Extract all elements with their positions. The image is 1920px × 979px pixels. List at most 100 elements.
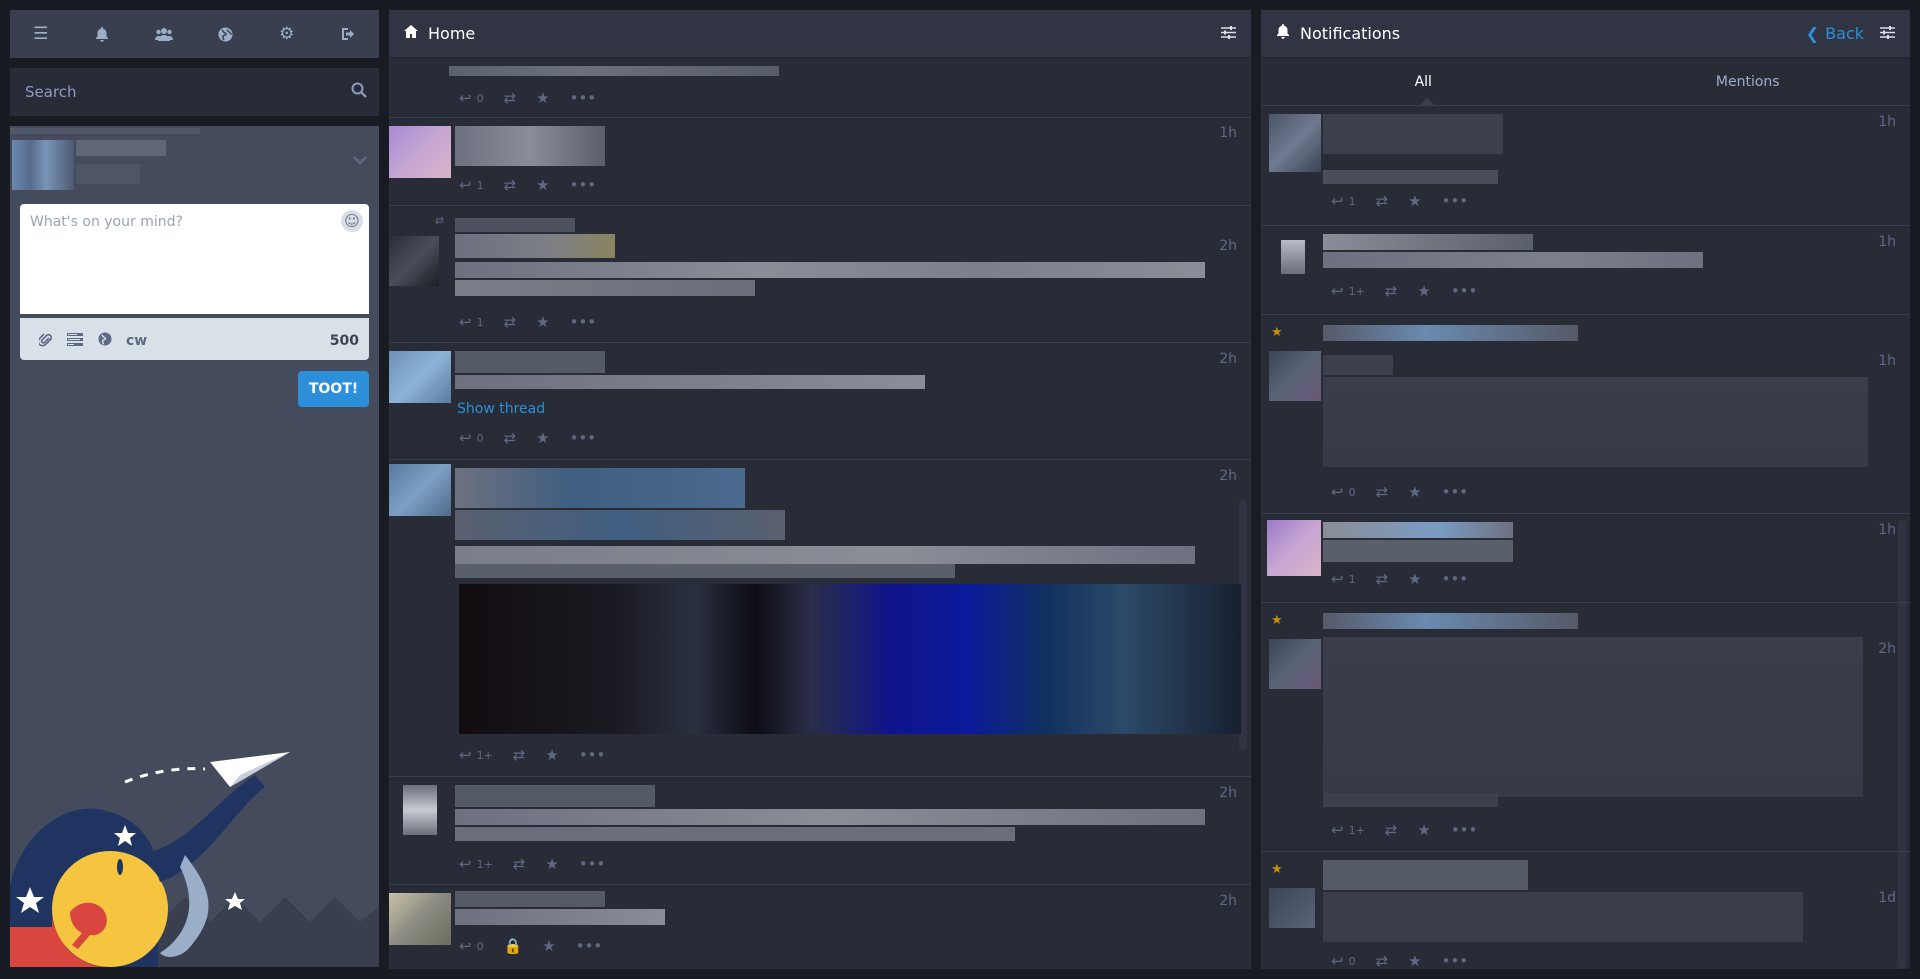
boost-icon[interactable]: ⇄ [1376, 192, 1389, 210]
boost-icon[interactable]: ⇄ [504, 176, 517, 194]
gear-icon[interactable]: ⚙ [262, 10, 312, 58]
reply-icon[interactable]: ↩ 1+ [459, 746, 493, 764]
notifications-column-header[interactable]: Notifications ❮ Back [1261, 10, 1910, 58]
chevron-down-icon[interactable] [353, 150, 367, 169]
more-icon[interactable]: ••• [1442, 483, 1469, 501]
notification-item[interactable]: ★ 2h ↩ 1+ ⇄ ★ ••• [1261, 603, 1910, 852]
avatar[interactable] [1269, 114, 1321, 172]
reply-icon[interactable]: ↩ 1+ [1331, 821, 1365, 839]
avatar[interactable] [403, 785, 437, 835]
status-item[interactable]: 2h ↩ 1+ ⇄ ★ ••• [389, 777, 1251, 885]
notification-item[interactable]: 1h ↩ 1 ⇄ ★ ••• [1261, 106, 1910, 226]
search-input[interactable] [10, 68, 379, 116]
reply-icon[interactable]: ↩ 1 [1331, 570, 1356, 588]
notification-item[interactable]: 1h ↩ 1 ⇄ ★ ••• [1261, 514, 1910, 603]
sign-out-icon[interactable] [323, 10, 373, 58]
boost-icon[interactable]: ⇄ [1385, 821, 1398, 839]
boost-icon[interactable]: ⇄ [513, 855, 526, 873]
reply-icon[interactable]: ↩ 0 [459, 89, 484, 107]
boost-icon[interactable]: ⇄ [1376, 483, 1389, 501]
star-icon[interactable]: ★ [545, 746, 558, 764]
reply-icon[interactable]: ↩ 1 [459, 313, 484, 331]
avatar[interactable] [1281, 240, 1305, 274]
reply-icon[interactable]: ↩ 0 [459, 937, 484, 955]
star-icon[interactable]: ★ [536, 313, 549, 331]
show-thread-link[interactable]: Show thread [457, 401, 545, 417]
reply-icon[interactable]: ↩ 1 [459, 176, 484, 194]
status-item[interactable]: Show thread 2h ↩ 0 ⇄ ★ ••• [389, 343, 1251, 460]
reply-icon[interactable]: ↩ 0 [1331, 952, 1356, 969]
globe-privacy-icon[interactable] [90, 332, 120, 350]
boost-icon[interactable]: ⇄ [1376, 952, 1389, 969]
poll-icon[interactable] [60, 332, 90, 350]
avatar[interactable] [389, 464, 451, 516]
avatar[interactable] [12, 140, 74, 190]
more-icon[interactable]: ••• [1442, 952, 1469, 969]
reply-icon[interactable]: ↩ 1+ [1331, 282, 1365, 300]
more-icon[interactable]: ••• [570, 176, 597, 194]
more-icon[interactable]: ••• [579, 746, 606, 764]
sliders-icon[interactable] [1880, 24, 1895, 43]
status-item[interactable]: ⇄ 2h ↩ 1 ⇄ ★ ••• [389, 206, 1251, 343]
sliders-icon[interactable] [1221, 24, 1236, 43]
avatar[interactable] [389, 126, 451, 178]
more-icon[interactable]: ••• [570, 313, 597, 331]
star-icon[interactable]: ★ [542, 937, 555, 955]
avatar[interactable] [389, 236, 439, 286]
content-warning-button[interactable]: cw [126, 333, 147, 349]
boost-icon[interactable]: ⇄ [504, 429, 517, 447]
notification-item[interactable]: 1h ↩ 1+ ⇄ ★ ••• [1261, 226, 1910, 315]
back-button[interactable]: ❮ Back [1806, 24, 1864, 43]
star-icon[interactable]: ★ [545, 855, 558, 873]
boost-icon[interactable]: ⇄ [504, 89, 517, 107]
avatar[interactable] [1267, 520, 1321, 576]
more-icon[interactable]: ••• [570, 89, 597, 107]
reply-icon[interactable]: ↩ 1 [1331, 192, 1356, 210]
star-icon[interactable]: ★ [1417, 821, 1430, 839]
more-icon[interactable]: ••• [570, 429, 597, 447]
status-item[interactable]: 1h ↩ 1 ⇄ ★ ••• [389, 118, 1251, 206]
more-icon[interactable]: ••• [1451, 821, 1478, 839]
boost-icon[interactable]: ⇄ [1376, 570, 1389, 588]
avatar[interactable] [389, 893, 451, 945]
more-icon[interactable]: ••• [579, 855, 606, 873]
paperclip-icon[interactable] [30, 332, 60, 351]
boost-icon[interactable]: ⇄ [1385, 282, 1398, 300]
boost-icon[interactable]: ⇄ [513, 746, 526, 764]
more-icon[interactable]: ••• [1442, 570, 1469, 588]
menu-icon[interactable]: ☰ [16, 10, 66, 58]
avatar[interactable] [1269, 351, 1321, 401]
toot-button[interactable]: TOOT! [298, 371, 369, 407]
reply-icon[interactable]: ↩ 0 [459, 429, 484, 447]
avatar[interactable] [1269, 639, 1321, 689]
globe-icon[interactable] [200, 10, 250, 58]
star-icon[interactable]: ★ [1408, 570, 1421, 588]
avatar[interactable] [389, 351, 451, 403]
status-item[interactable]: 2h ↩ 1+ ⇄ ★ ••• [389, 460, 1251, 777]
notification-item[interactable]: ★ 1h ↩ 0 ⇄ ★ ••• [1261, 315, 1910, 514]
star-icon[interactable]: ★ [536, 176, 549, 194]
star-icon[interactable]: ★ [536, 89, 549, 107]
bell-icon[interactable] [77, 10, 127, 58]
more-icon[interactable]: ••• [1442, 192, 1469, 210]
users-icon[interactable] [139, 10, 189, 58]
star-icon[interactable]: ★ [536, 429, 549, 447]
notification-item[interactable]: ★ 1d ↩ 0 ⇄ ★ ••• [1261, 852, 1910, 969]
reply-icon[interactable]: ↩ 0 [1331, 483, 1356, 501]
media-attachment[interactable] [459, 584, 1241, 734]
compose-textarea[interactable] [20, 204, 369, 314]
star-icon[interactable]: ★ [1408, 483, 1421, 501]
star-icon[interactable]: ★ [1408, 952, 1421, 969]
more-icon[interactable]: ••• [576, 937, 603, 955]
reply-icon[interactable]: ↩ 1+ [459, 855, 493, 873]
emoji-picker-icon[interactable]: ☺ [341, 210, 363, 232]
search-icon[interactable] [351, 82, 367, 103]
tab-mentions[interactable]: Mentions [1586, 58, 1911, 105]
status-item[interactable]: 2h ↩ 0 🔒 ★ ••• [389, 885, 1251, 969]
more-icon[interactable]: ••• [1451, 282, 1478, 300]
star-icon[interactable]: ★ [1408, 192, 1421, 210]
avatar[interactable] [1269, 888, 1315, 928]
home-column-header[interactable]: Home [389, 10, 1251, 58]
boost-icon[interactable]: ⇄ [504, 313, 517, 331]
status-item[interactable]: ↩ 0 ⇄ ★ ••• [389, 58, 1251, 118]
